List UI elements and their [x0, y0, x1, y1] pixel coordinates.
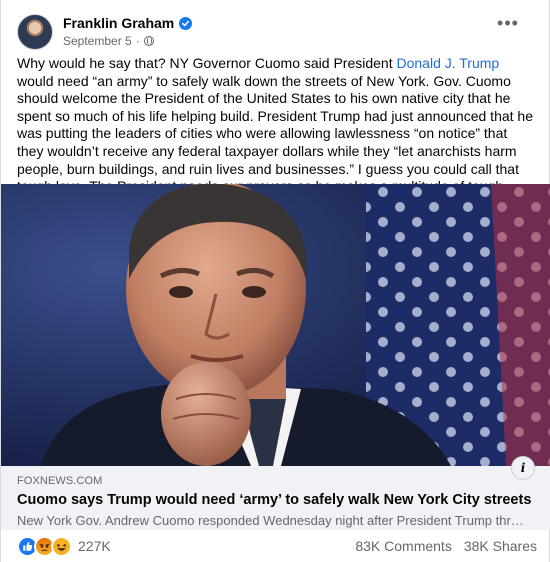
post-header: Franklin Graham September 5 · ••• [17, 14, 537, 54]
mention-link[interactable]: Donald J. Trump [396, 55, 499, 71]
link-description: New York Gov. Andrew Cuomo responded Wed… [17, 513, 527, 528]
haha-icon [51, 535, 72, 557]
post-stats: 83K Comments 38K Shares [355, 538, 537, 554]
engagement-bar: 227K 83K Comments 38K Shares [17, 530, 537, 562]
globe-icon[interactable] [143, 36, 154, 46]
verified-badge-icon [179, 16, 193, 30]
post-meta: September 5 · [63, 34, 154, 48]
comments-count[interactable]: 83K Comments [355, 538, 451, 554]
reactions-summary[interactable]: 227K [17, 535, 111, 557]
author-name[interactable]: Franklin Graham [63, 15, 174, 31]
facebook-post: Franklin Graham September 5 · ••• Why wo… [0, 0, 550, 562]
post-text-start: Why would he say that? NY Governor Cuomo… [17, 55, 397, 71]
meta-separator: · [135, 34, 140, 48]
author-avatar[interactable] [17, 14, 53, 50]
link-domain: FOXNEWS.COM [17, 475, 103, 487]
link-preview-meta[interactable]: FOXNEWS.COM Cuomo says Trump would need … [1, 466, 550, 530]
shares-count[interactable]: 38K Shares [464, 538, 537, 554]
info-icon[interactable]: i [511, 456, 535, 480]
link-title[interactable]: Cuomo says Trump would need ‘army’ to sa… [17, 492, 539, 508]
author-row: Franklin Graham [63, 15, 193, 31]
more-options-icon[interactable]: ••• [493, 14, 523, 40]
link-preview-image[interactable] [1, 184, 550, 466]
post-date[interactable]: September 5 [63, 34, 132, 48]
reaction-count[interactable]: 227K [78, 538, 111, 554]
